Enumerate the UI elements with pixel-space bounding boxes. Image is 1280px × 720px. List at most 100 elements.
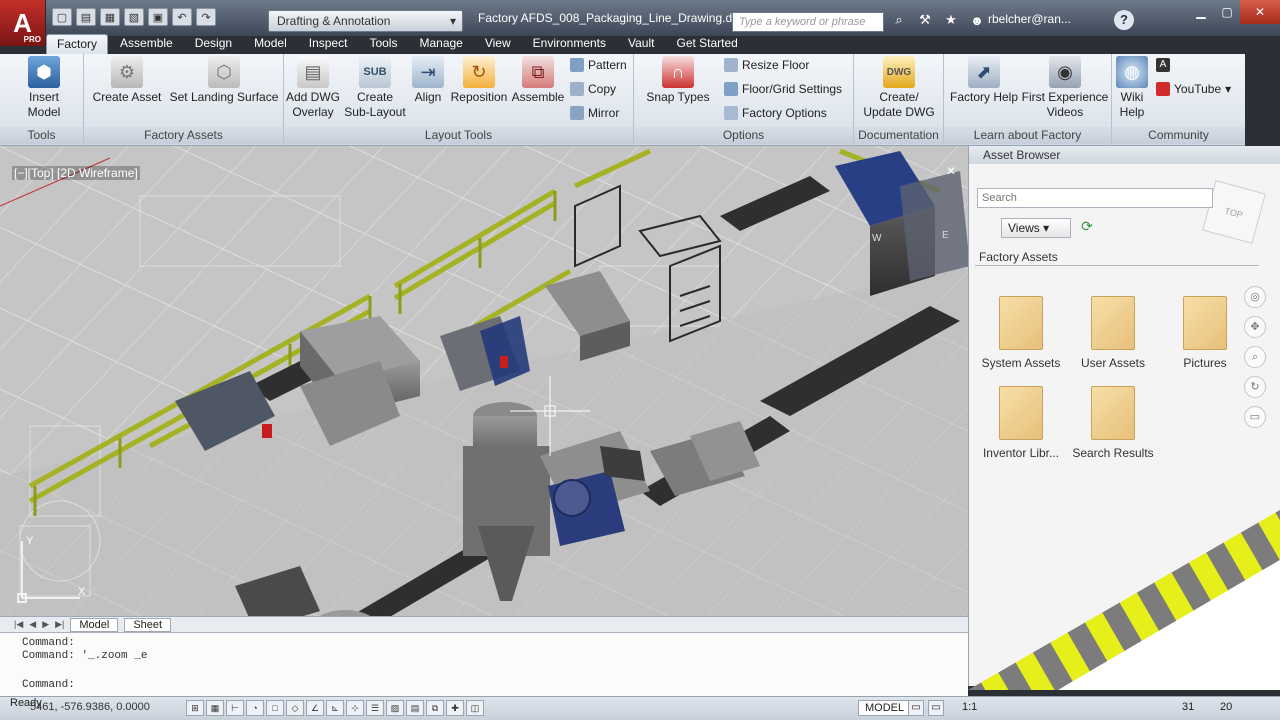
reposition-button[interactable]: ↻ Reposition — [450, 56, 508, 105]
command-input[interactable] — [84, 679, 784, 692]
asset-folder[interactable]: Search Results — [1071, 386, 1155, 460]
zoom-icon[interactable]: ⌕ — [1244, 346, 1266, 368]
pan-icon[interactable]: ✥ — [1244, 316, 1266, 338]
tab-design[interactable]: Design — [185, 34, 242, 54]
binoculars-icon[interactable]: ⌕ — [888, 10, 910, 30]
save-icon[interactable]: ▦ — [100, 8, 120, 26]
lineweight-icon[interactable]: ☰ — [366, 700, 384, 716]
add-dwg-overlay-button[interactable]: ▤ Add DWG Overlay — [284, 56, 342, 120]
object-snap-tracking-icon[interactable]: ∠ — [306, 700, 324, 716]
first-experience-videos-button[interactable]: ◉ First Experience Videos — [1020, 56, 1110, 120]
star-icon[interactable]: ★ — [940, 10, 962, 30]
insert-model-button[interactable]: ⬢ Insert Model — [12, 56, 76, 120]
tab-sheet[interactable]: Sheet — [124, 617, 172, 632]
minimize-icon[interactable]: ▁ — [1188, 0, 1214, 24]
tab-factory[interactable]: Factory — [46, 34, 109, 54]
tab-manage[interactable]: Manage — [409, 34, 472, 54]
prev-layout-icon[interactable]: ◀ — [29, 619, 36, 630]
object-snap-icon[interactable]: □ — [266, 700, 284, 716]
mirror-button[interactable]: Mirror — [570, 106, 619, 120]
ucs-icon[interactable]: ⊾ — [326, 700, 344, 716]
views-dropdown[interactable]: Views ▾ — [1001, 218, 1071, 238]
asset-folder[interactable]: System Assets — [979, 296, 1063, 370]
viewport-controls-label[interactable]: [−][Top] [2D Wireframe] — [12, 166, 140, 180]
viewport-close-icon[interactable]: ✕ — [946, 164, 956, 178]
steering-wheel-icon[interactable]: ◎ — [1244, 286, 1266, 308]
assemble-button[interactable]: ⧉ Assemble — [510, 56, 566, 105]
factory-help-button[interactable]: ⬈ Factory Help — [946, 56, 1022, 105]
model-space-button[interactable]: MODEL — [858, 700, 912, 716]
refresh-icon[interactable]: ⟳ — [1077, 218, 1097, 238]
open-file-icon[interactable]: ▤ — [76, 8, 96, 26]
showmotion-icon[interactable]: ▭ — [1244, 406, 1266, 428]
tab-model[interactable]: Model — [244, 34, 297, 54]
tab-inspect[interactable]: Inspect — [299, 34, 358, 54]
floor-grid-settings-button[interactable]: Floor/Grid Settings — [724, 82, 842, 96]
youtube-button[interactable]: YouTube ▾ — [1156, 82, 1231, 96]
align-button[interactable]: ⇥ Align — [408, 56, 448, 105]
help-icon[interactable]: ? — [1114, 10, 1134, 30]
copy-button[interactable]: Copy — [570, 82, 616, 96]
create-asset-button[interactable]: ⚙ Create Asset — [88, 56, 166, 105]
plot-icon[interactable]: ▣ — [148, 8, 168, 26]
dwg-icon: DWG — [883, 56, 915, 88]
user-name[interactable]: rbelcher@ran... — [988, 12, 1071, 26]
redo-icon[interactable]: ↷ — [196, 8, 216, 26]
create-sub-layout-button[interactable]: SUB Create Sub-Layout — [342, 56, 408, 120]
first-layout-icon[interactable]: |◀ — [14, 619, 23, 630]
undo-icon[interactable]: ↶ — [172, 8, 192, 26]
isodraft-icon[interactable]: ◫ — [466, 700, 484, 716]
snap-types-button[interactable]: ∩ Snap Types — [638, 56, 718, 105]
ortho-mode-icon[interactable]: ⊢ — [226, 700, 244, 716]
tab-environments[interactable]: Environments — [523, 34, 616, 54]
grid-display-icon[interactable]: ▦ — [206, 700, 224, 716]
transparency-icon[interactable]: ▨ — [386, 700, 404, 716]
quick-view-layouts-icon[interactable]: ▭ — [908, 700, 924, 716]
tab-get-started[interactable]: Get Started — [666, 34, 747, 54]
application-menu-button[interactable]: A PRO — [0, 0, 46, 46]
user-icon[interactable]: ☻ — [966, 10, 988, 30]
align-label: Align — [414, 90, 442, 104]
asset-folder[interactable]: User Assets — [1071, 296, 1155, 370]
asset-category-dropdown[interactable]: Factory Assets — [975, 248, 1259, 266]
last-layout-icon[interactable]: ▶| — [55, 619, 64, 630]
maximize-icon[interactable]: ▢ — [1214, 0, 1240, 24]
factory-options-button[interactable]: Factory Options — [724, 106, 827, 120]
tab-vault[interactable]: Vault — [618, 34, 664, 54]
close-icon[interactable]: ✕ — [1240, 0, 1280, 24]
asset-folder[interactable]: Pictures — [1163, 296, 1247, 370]
help-search-input[interactable] — [732, 12, 884, 32]
new-file-icon[interactable]: ▢ — [52, 8, 72, 26]
resize-floor-button[interactable]: Resize Floor — [724, 58, 809, 72]
asset-search-input[interactable] — [977, 188, 1213, 208]
pattern-button[interactable]: Pattern — [570, 58, 627, 72]
set-landing-surface-button[interactable]: ⬡ Set Landing Surface — [168, 56, 280, 105]
cursor-coordinates[interactable]: 5461, -576.9386, 0.0000 — [30, 701, 150, 713]
annotation-scale[interactable]: 1:1 — [962, 701, 977, 713]
drawing-viewport[interactable]: W E Y X [−][Top] [2D Wireframe] ✕ — [0, 146, 968, 616]
wiki-help-button[interactable]: ◍ Wiki Help — [1112, 56, 1152, 120]
tab-view[interactable]: View — [475, 34, 521, 54]
orbit-icon[interactable]: ↻ — [1244, 376, 1266, 398]
magnet-icon: ∩ — [662, 56, 694, 88]
3d-object-snap-icon[interactable]: ◇ — [286, 700, 304, 716]
polar-tracking-icon[interactable]: ◔ — [246, 700, 264, 716]
resize-floor-icon — [724, 58, 738, 72]
selection-cycling-icon[interactable]: ⧉ — [426, 700, 444, 716]
annotation-monitor-icon[interactable]: ✚ — [446, 700, 464, 716]
tab-tools[interactable]: Tools — [359, 34, 407, 54]
snap-mode-icon[interactable]: ⊞ — [186, 700, 204, 716]
autodesk-a-button[interactable]: A — [1156, 58, 1170, 72]
next-layout-icon[interactable]: ▶ — [42, 619, 49, 630]
window-controls: ▁ ▢ ✕ — [1188, 0, 1280, 24]
tab-assemble[interactable]: Assemble — [110, 34, 183, 54]
workspace-dropdown[interactable]: Drafting & Annotation ▾ — [268, 10, 463, 32]
wrench-icon[interactable]: ⚒ — [914, 10, 936, 30]
save-as-icon[interactable]: ▧ — [124, 8, 144, 26]
tab-model[interactable]: Model — [70, 617, 119, 632]
asset-folder[interactable]: Inventor Libr... — [979, 386, 1063, 460]
quick-view-drawings-icon[interactable]: ▭ — [928, 700, 944, 716]
quick-properties-icon[interactable]: ▤ — [406, 700, 424, 716]
dynamic-input-icon[interactable]: ⊹ — [346, 700, 364, 716]
create-update-dwg-button[interactable]: DWG Create/ Update DWG — [858, 56, 940, 120]
